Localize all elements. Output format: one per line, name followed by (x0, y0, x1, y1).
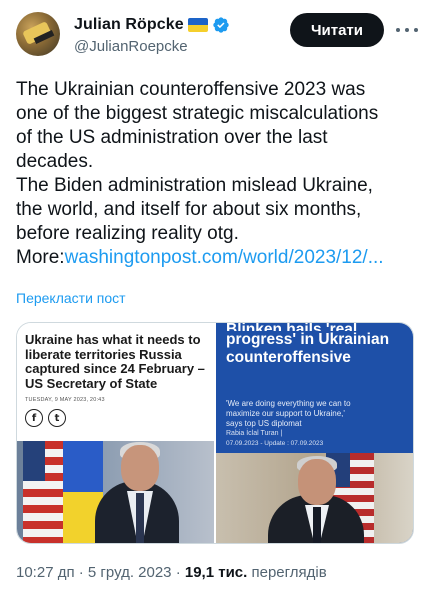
subtitle-line: says top US diplomat (226, 419, 302, 428)
more-label: More: (16, 247, 65, 268)
facebook-icon: f (25, 409, 43, 427)
tweet-line: decades. (16, 151, 94, 172)
left-headline: Ukraine has what it needs to liberate te… (25, 332, 211, 391)
left-date: TUESDAY, 9 MAY 2023, 20:43 (25, 397, 105, 403)
tweet-text: The Ukrainian counteroffensive 2023 was … (16, 78, 416, 270)
more-options-icon[interactable] (396, 20, 418, 40)
social-icons: f t (25, 409, 66, 427)
subtitle-line: maximize our support to Ukraine,' (226, 409, 345, 418)
tweet-line: one of the biggest strategic miscalculat… (16, 103, 379, 124)
ukraine-flag-icon (187, 18, 208, 32)
headline-line: captured since 24 February – (25, 361, 205, 376)
media-image-right[interactable]: Blinken hails 'real progress' in Ukraini… (216, 323, 413, 543)
headline-line: liberate territories Russia (25, 346, 182, 362)
headline-line: Ukraine has what it needs to (25, 332, 201, 347)
headline-line: counteroffensive (226, 349, 351, 366)
right-author: Rabia İclal Turan | (226, 430, 283, 437)
headline-line: progress' in Ukrainian (226, 331, 390, 348)
tweet-line: The Ukrainian counteroffensive 2023 was (16, 79, 366, 100)
right-subtitle: 'We are doing everything we can to maxim… (226, 399, 408, 429)
author-block[interactable]: Julian Röpcke @JulianRoepcke (74, 14, 230, 55)
follow-button[interactable]: Читати (290, 13, 384, 47)
media-grid: Ukraine has what it needs to liberate te… (16, 322, 414, 544)
handle[interactable]: @JulianRoepcke (74, 38, 230, 55)
display-name[interactable]: Julian Röpcke (74, 16, 184, 34)
blinken-photo-left (17, 441, 214, 543)
avatar[interactable] (16, 12, 60, 56)
blinken-photo-right (216, 453, 413, 543)
tweet-line: of the US administration over the last (16, 127, 328, 148)
twitter-icon: t (48, 409, 66, 427)
media-image-left[interactable]: Ukraine has what it needs to liberate te… (17, 323, 214, 543)
more-line: More:washingtonpost.com/world/2023/12/..… (16, 246, 416, 270)
tweet-line: the world, and itself for about six mont… (16, 199, 362, 220)
timestamp[interactable]: 10:27 дп · 5 груд. 2023 · (16, 564, 181, 581)
verified-badge-icon (213, 17, 229, 33)
views-count: 19,1 тис. (184, 564, 248, 581)
right-headline: Blinken hails 'real progress' in Ukraini… (226, 323, 408, 367)
headline-line: US Secretary of State (25, 375, 158, 391)
views-label: переглядів (251, 564, 327, 581)
tweet-meta: 10:27 дп · 5 груд. 2023 · 19,1 тис. пере… (16, 564, 327, 581)
tweet-line: before realizing reality otg. (16, 223, 239, 244)
tweet-line: The Biden administration mislead Ukraine… (16, 175, 373, 196)
subtitle-line: 'We are doing everything we can to (226, 399, 351, 408)
translate-post-link[interactable]: Перекласти пост (16, 290, 126, 306)
tweet-header: Julian Röpcke @JulianRoepcke Читати (16, 10, 418, 58)
article-link[interactable]: washingtonpost.com/world/2023/12/... (65, 247, 384, 268)
right-date-meta: 07.09.2023 - Update : 07.09.2023 (226, 440, 324, 447)
headline-line-clipped: Blinken hails 'real (226, 323, 408, 331)
